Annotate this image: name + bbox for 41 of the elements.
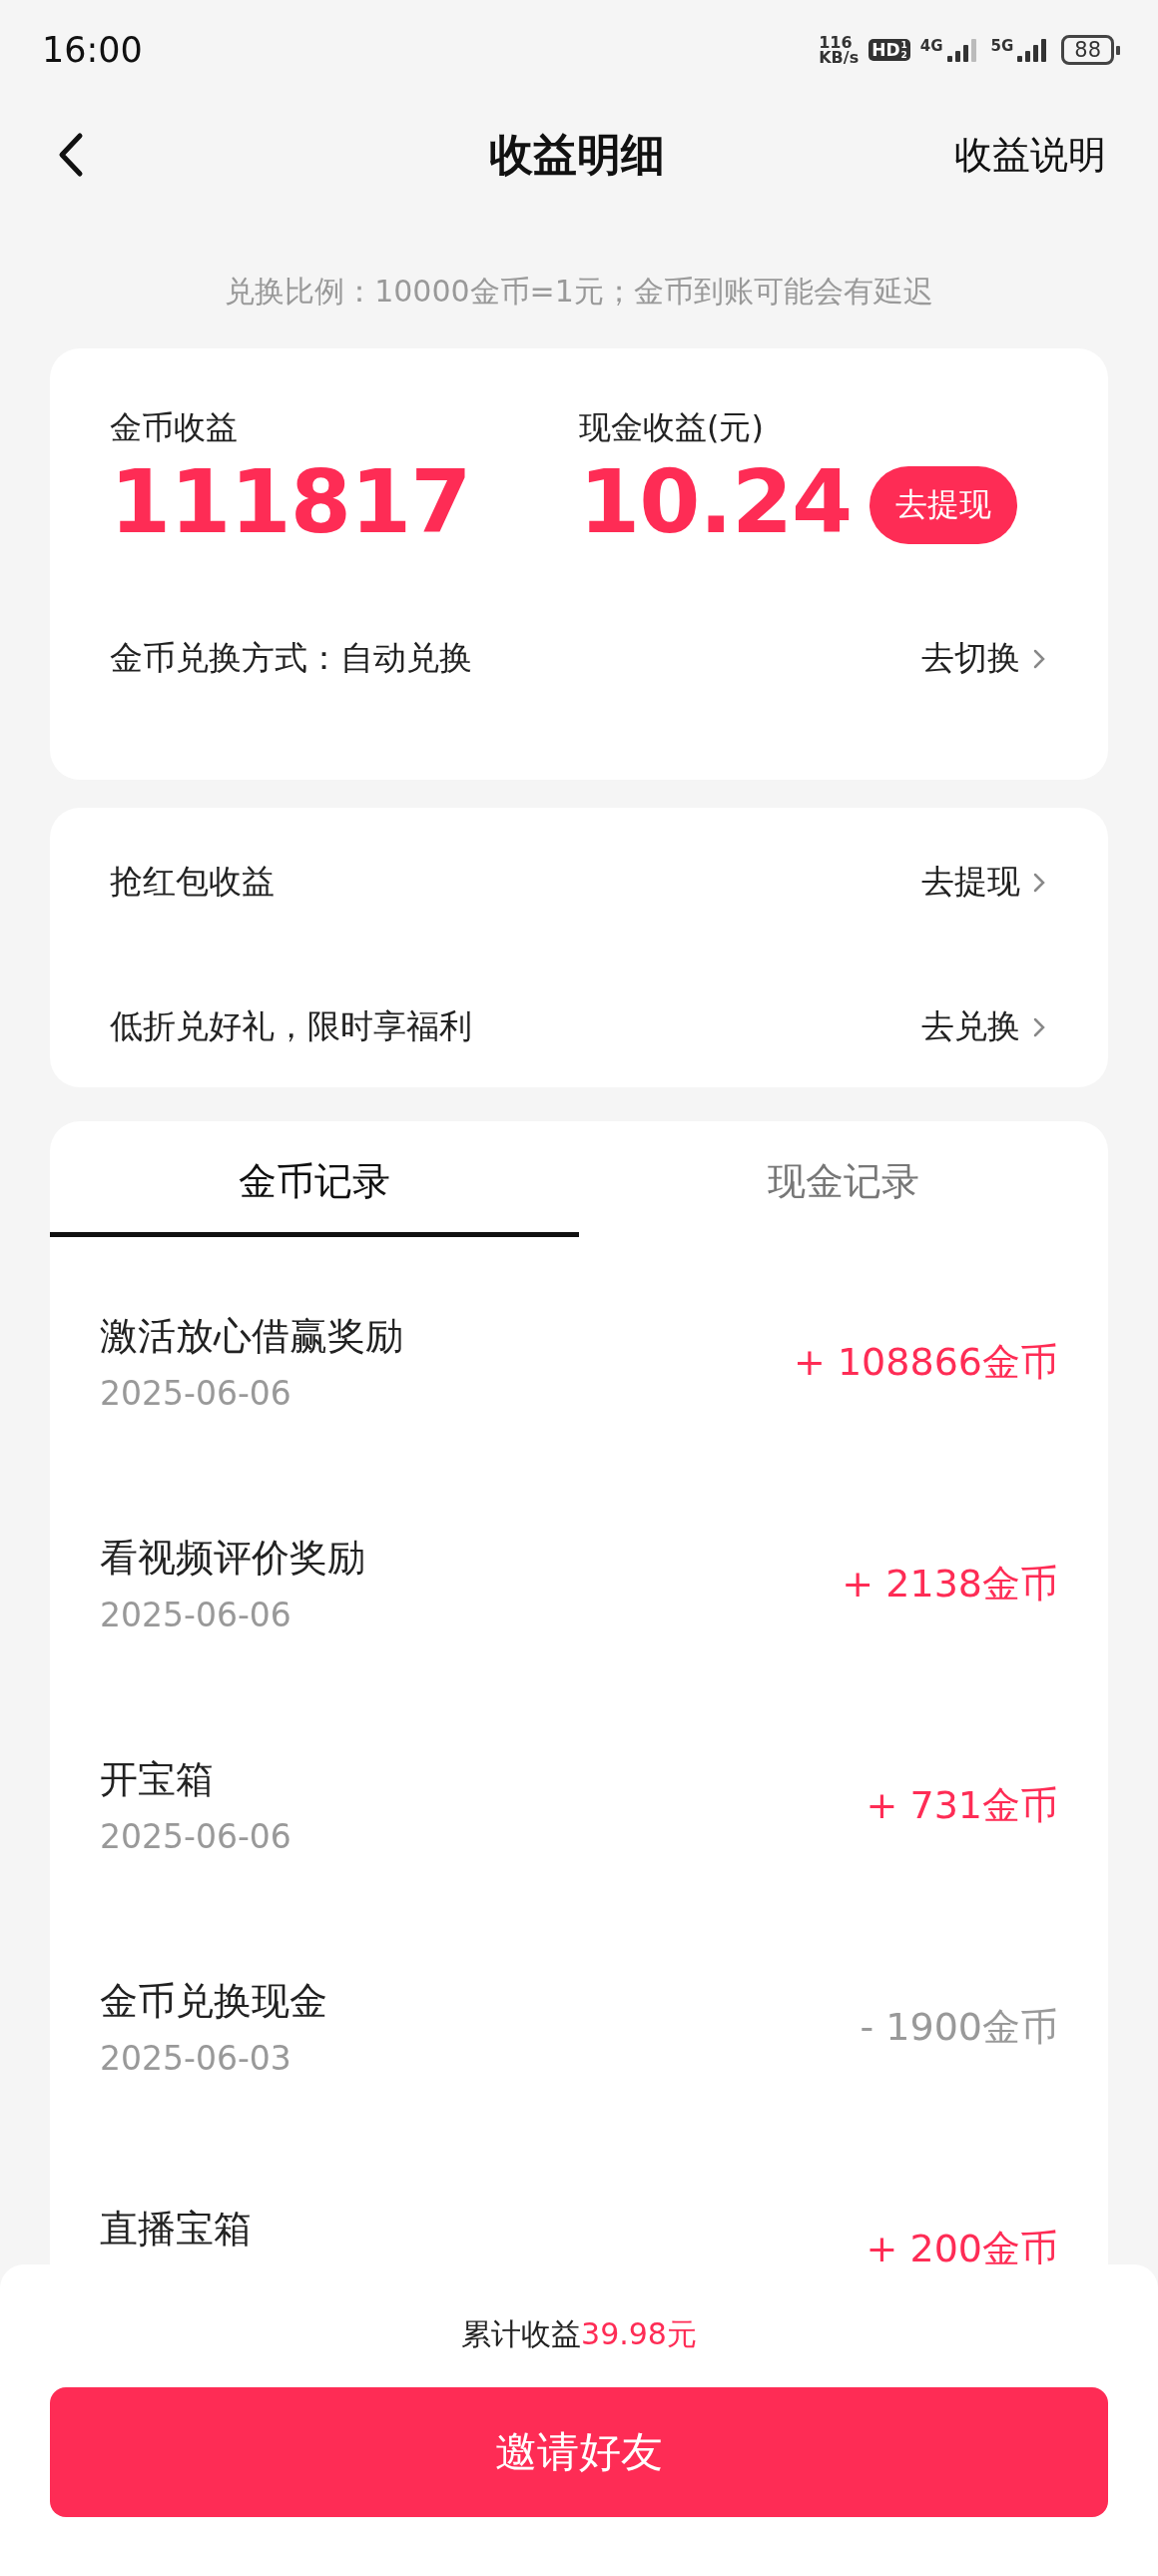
stat-value: 10.24 xyxy=(579,452,853,552)
invite-friends-button[interactable]: 邀请好友 xyxy=(50,2387,1108,2517)
promo-label: 低折兑好礼，限时享福利 xyxy=(110,1005,472,1047)
chevron-icon xyxy=(1032,1015,1046,1038)
record-tab[interactable]: 现金记录 xyxy=(579,1121,1108,1237)
network-speed-unit: KB/s xyxy=(819,50,860,65)
network-speed: 116 xyxy=(819,35,853,50)
chevron-icon xyxy=(1032,647,1046,670)
withdraw-button[interactable]: 去提现 xyxy=(869,466,1018,544)
record-date: 2025-06-06 xyxy=(100,1817,291,1856)
promo-link[interactable]: 去兑换 xyxy=(921,1004,1046,1049)
chevron-icon xyxy=(1032,871,1046,894)
network-type: 4G xyxy=(919,37,943,55)
earnings-info-link[interactable]: 收益说明 xyxy=(954,129,1106,181)
record-title: 看视频评价奖励 xyxy=(100,1535,365,1582)
record-title: 直播宝箱 xyxy=(100,2205,252,2253)
record-amount: + 731金币 xyxy=(866,1781,1058,1829)
record-title: 金币兑换现金 xyxy=(100,1978,327,2025)
switch-link[interactable]: 去切换 xyxy=(921,636,1046,681)
record-title: 开宝箱 xyxy=(100,1756,215,1803)
battery-level: 88 xyxy=(1061,35,1114,65)
stat-value: 111817 xyxy=(110,452,471,552)
exchange-rate-note: 兑换比例：10000金币=1元；金币到账可能会有延迟 xyxy=(225,273,933,311)
record-amount: + 2138金币 xyxy=(842,1560,1058,1608)
page-title: 收益明细 xyxy=(489,127,665,182)
stat-label: 现金收益(元) xyxy=(579,407,765,448)
promo-link[interactable]: 去提现 xyxy=(921,860,1046,905)
record-date: 2025-06-06 xyxy=(100,1374,292,1413)
record-date: 2025-06-06 xyxy=(100,1596,292,1634)
total-earnings: 累计收益39.98元 xyxy=(461,2315,697,2353)
stat-label: 金币收益 xyxy=(110,407,239,448)
record-amount: + 108866金币 xyxy=(794,1338,1058,1386)
exchange-mode-label: 金币兑换方式：自动兑换 xyxy=(110,637,472,679)
record-tab[interactable]: 金币记录 xyxy=(50,1121,579,1237)
record-amount: + 200金币 xyxy=(866,2225,1058,2272)
record-amount: - 1900金币 xyxy=(860,2003,1058,2051)
network-type: 5G xyxy=(990,37,1014,55)
status-time: 16:00 xyxy=(42,30,143,70)
record-title: 激活放心借赢奖励 xyxy=(100,1313,403,1360)
record-date: 2025-06-03 xyxy=(100,2039,292,2078)
promo-label: 抢红包收益 xyxy=(110,861,275,903)
